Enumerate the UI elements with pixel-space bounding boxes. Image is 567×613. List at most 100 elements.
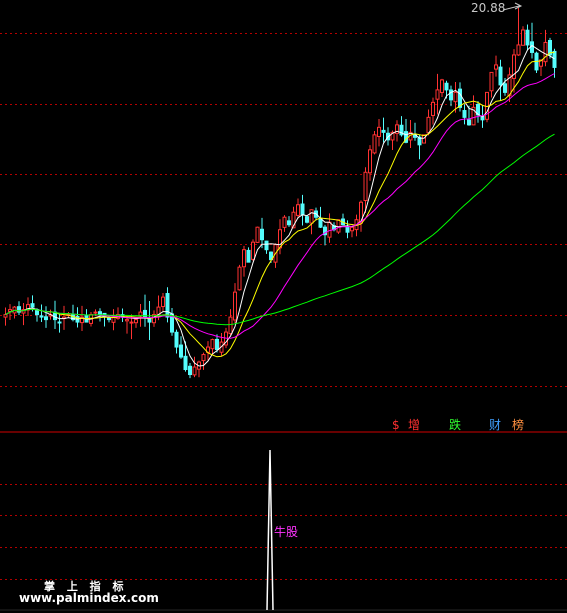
- candle-body: [30, 303, 35, 308]
- candle-body: [44, 316, 48, 321]
- candle-body: [462, 110, 467, 118]
- signal-label: 牛股: [274, 525, 299, 539]
- candle-body: [440, 79, 444, 94]
- candle: [489, 71, 494, 98]
- candle: [161, 293, 165, 312]
- candle: [57, 313, 62, 333]
- candle: [242, 245, 246, 277]
- candle-body: [372, 134, 377, 154]
- candle: [21, 303, 26, 326]
- legend-fall[interactable]: 跌: [449, 418, 461, 432]
- candle-body: [431, 101, 435, 116]
- candle-body: [8, 309, 12, 312]
- legend-dollar[interactable]: $: [392, 418, 400, 432]
- candle-body: [264, 240, 269, 251]
- candle: [431, 97, 435, 125]
- candle: [287, 216, 291, 227]
- candle: [372, 130, 377, 155]
- candle-body: [188, 365, 192, 376]
- candle-body: [183, 355, 188, 371]
- candle: [116, 307, 120, 320]
- candle: [192, 356, 197, 378]
- candle-body: [444, 82, 449, 91]
- candle: [152, 310, 156, 327]
- candle-body: [453, 91, 458, 103]
- candle: [543, 29, 548, 67]
- candle-body: [363, 171, 368, 201]
- legend-increase[interactable]: 增: [408, 418, 420, 432]
- candle-body: [305, 216, 309, 223]
- candle-body: [503, 83, 507, 93]
- candle: [174, 329, 179, 354]
- candle: [435, 73, 440, 115]
- candle: [179, 336, 183, 359]
- candle-body: [210, 339, 215, 350]
- candle: [440, 78, 444, 98]
- legend-ranking[interactable]: 榜: [512, 418, 524, 432]
- candle-body: [543, 41, 548, 63]
- candle: [170, 308, 174, 336]
- candle: [143, 294, 147, 327]
- peak-price-label: 20.88: [471, 1, 506, 15]
- candle: [260, 217, 264, 249]
- candle: [228, 309, 233, 336]
- candle: [17, 301, 21, 316]
- legend-finance[interactable]: 财: [489, 418, 501, 432]
- candle: [188, 362, 192, 379]
- candle: [530, 22, 534, 59]
- candle-body: [521, 29, 525, 46]
- candle-body: [57, 321, 62, 324]
- candle: [296, 198, 300, 219]
- candle-body: [336, 219, 341, 233]
- candle: [449, 85, 453, 107]
- candle: [44, 306, 48, 328]
- candle-body: [228, 316, 233, 335]
- candle: [507, 67, 512, 102]
- candle-body: [377, 126, 381, 138]
- candle-body: [215, 338, 219, 351]
- candle: [255, 226, 260, 243]
- candle: [53, 300, 57, 329]
- candle-body: [498, 66, 503, 86]
- candle-body: [282, 216, 287, 228]
- candle-body: [129, 321, 134, 324]
- candle-body: [246, 249, 251, 263]
- stock-chart: [0, 2, 567, 611]
- candle-body: [237, 266, 242, 291]
- candle-body: [174, 331, 179, 348]
- candle-body: [435, 89, 440, 100]
- candle-body: [161, 296, 165, 308]
- candle: [305, 215, 309, 224]
- candle: [125, 315, 129, 334]
- candle-body: [3, 314, 8, 318]
- candle-body: [458, 88, 462, 108]
- candle: [219, 333, 224, 356]
- candle-body: [255, 226, 260, 243]
- candle-body: [345, 226, 350, 233]
- watermark-url: www.palmindex.com: [19, 591, 159, 605]
- candle: [377, 119, 381, 147]
- candle-body: [134, 319, 138, 324]
- candle-body: [300, 203, 305, 216]
- candle: [476, 101, 480, 123]
- candle: [327, 213, 332, 243]
- candle: [111, 309, 116, 331]
- candle-body: [201, 354, 206, 362]
- candle: [233, 283, 237, 324]
- candle: [251, 239, 255, 261]
- candle-body: [107, 317, 111, 321]
- candle: [368, 145, 372, 181]
- candle-body: [165, 293, 170, 318]
- candle: [282, 215, 287, 232]
- candle: [323, 224, 327, 246]
- candle-body: [489, 71, 494, 92]
- candle: [84, 309, 89, 323]
- candle: [350, 226, 354, 238]
- candle-body: [192, 366, 197, 376]
- price-panel: [3, 8, 557, 379]
- candle-body: [296, 204, 300, 216]
- candle: [462, 104, 467, 125]
- candle-body: [426, 116, 431, 134]
- candle: [534, 51, 539, 74]
- candle: [246, 247, 251, 263]
